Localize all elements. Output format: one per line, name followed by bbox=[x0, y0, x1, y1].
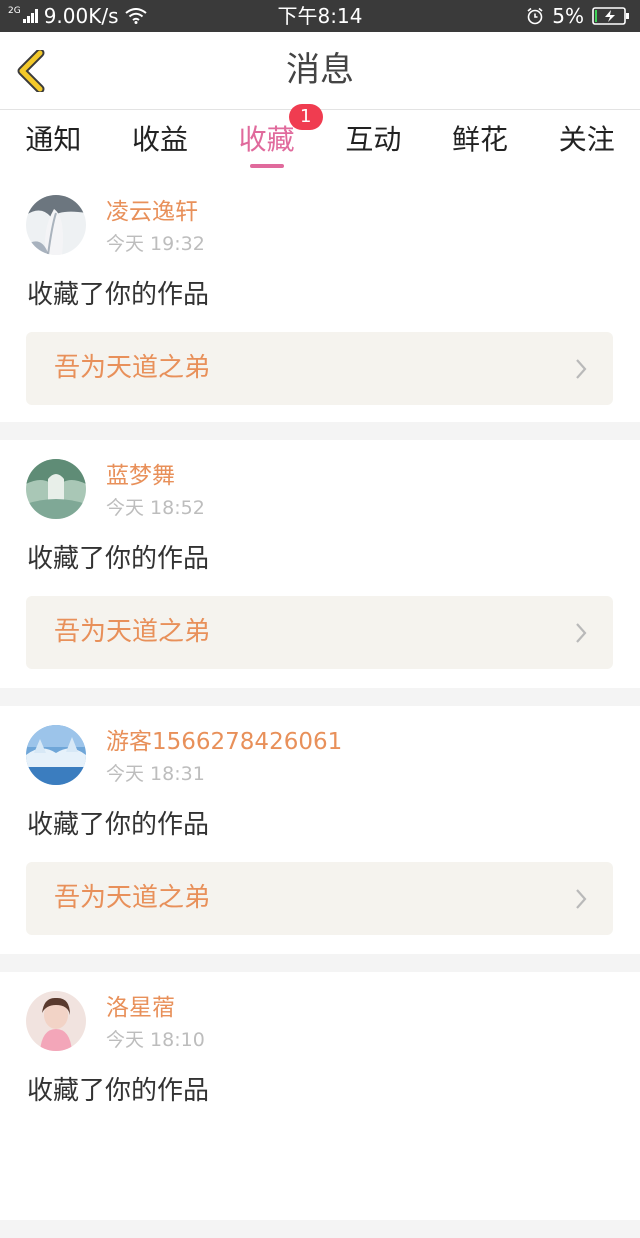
username[interactable]: 洛星蓿 bbox=[106, 993, 175, 1023]
battery-percent: 5% bbox=[552, 4, 584, 28]
tab-earnings[interactable]: 收益 bbox=[107, 110, 214, 176]
header: 消息 bbox=[0, 32, 640, 110]
tab-label: 收藏 bbox=[238, 123, 295, 156]
tab-bar: 通知 收益 收藏 1 互动 鲜花 关注 bbox=[0, 104, 640, 176]
tab-follows[interactable]: 关注 bbox=[533, 110, 640, 176]
status-right: 5% bbox=[526, 0, 630, 32]
work-title: 吾为天道之弟 bbox=[54, 883, 211, 913]
work-link[interactable]: 吾为天道之弟 bbox=[26, 596, 613, 669]
message-list: 凌云逸轩 今天 19:32 收藏了你的作品 吾为天道之弟 蓝梦舞 今天 18:5… bbox=[0, 176, 640, 1238]
tab-notifications[interactable]: 通知 bbox=[0, 110, 107, 176]
work-title: 吾为天道之弟 bbox=[54, 353, 211, 383]
timestamp: 今天 18:31 bbox=[106, 763, 205, 785]
battery-charging-icon bbox=[592, 7, 629, 25]
action-text: 收藏了你的作品 bbox=[27, 1076, 210, 1106]
tab-flowers[interactable]: 鲜花 bbox=[427, 110, 534, 176]
action-text: 收藏了你的作品 bbox=[27, 280, 210, 310]
tab-label: 互动 bbox=[345, 123, 402, 156]
alarm-icon bbox=[527, 7, 543, 25]
avatar[interactable] bbox=[26, 991, 86, 1051]
message-card: 凌云逸轩 今天 19:32 收藏了你的作品 吾为天道之弟 bbox=[0, 176, 640, 422]
action-text: 收藏了你的作品 bbox=[27, 544, 210, 574]
avatar[interactable] bbox=[26, 725, 86, 785]
page-title: 消息 bbox=[286, 50, 354, 90]
unread-badge: 1 bbox=[288, 104, 323, 130]
username[interactable]: 凌云逸轩 bbox=[106, 197, 198, 227]
message-card: 洛星蓿 今天 18:10 收藏了你的作品 bbox=[0, 972, 640, 1220]
active-tab-indicator bbox=[249, 164, 284, 168]
tab-label: 鲜花 bbox=[452, 123, 509, 156]
timestamp: 今天 18:52 bbox=[106, 497, 205, 519]
chevron-right-icon bbox=[576, 889, 587, 909]
tab-label: 关注 bbox=[558, 123, 615, 156]
message-card: 蓝梦舞 今天 18:52 收藏了你的作品 吾为天道之弟 bbox=[0, 440, 640, 688]
tab-interactions[interactable]: 互动 bbox=[320, 110, 427, 176]
timestamp: 今天 18:10 bbox=[106, 1029, 205, 1051]
chevron-right-icon bbox=[576, 359, 587, 379]
tab-label: 通知 bbox=[25, 123, 82, 156]
tab-favorites[interactable]: 收藏 1 bbox=[213, 104, 323, 176]
message-card: 游客1566278426061 今天 18:31 收藏了你的作品 吾为天道之弟 bbox=[0, 706, 640, 954]
avatar[interactable] bbox=[26, 195, 86, 255]
timestamp: 今天 19:32 bbox=[106, 233, 205, 255]
avatar[interactable] bbox=[26, 459, 86, 519]
username[interactable]: 游客1566278426061 bbox=[106, 727, 342, 757]
work-title: 吾为天道之弟 bbox=[54, 617, 211, 647]
status-bar: 2G 9.00K/s 下午8:14 5% bbox=[0, 0, 640, 32]
tab-label: 收益 bbox=[132, 123, 189, 156]
chevron-right-icon bbox=[576, 623, 587, 643]
work-link[interactable]: 吾为天道之弟 bbox=[26, 862, 613, 935]
username[interactable]: 蓝梦舞 bbox=[106, 461, 175, 491]
action-text: 收藏了你的作品 bbox=[27, 810, 210, 840]
work-link[interactable]: 吾为天道之弟 bbox=[26, 332, 613, 405]
